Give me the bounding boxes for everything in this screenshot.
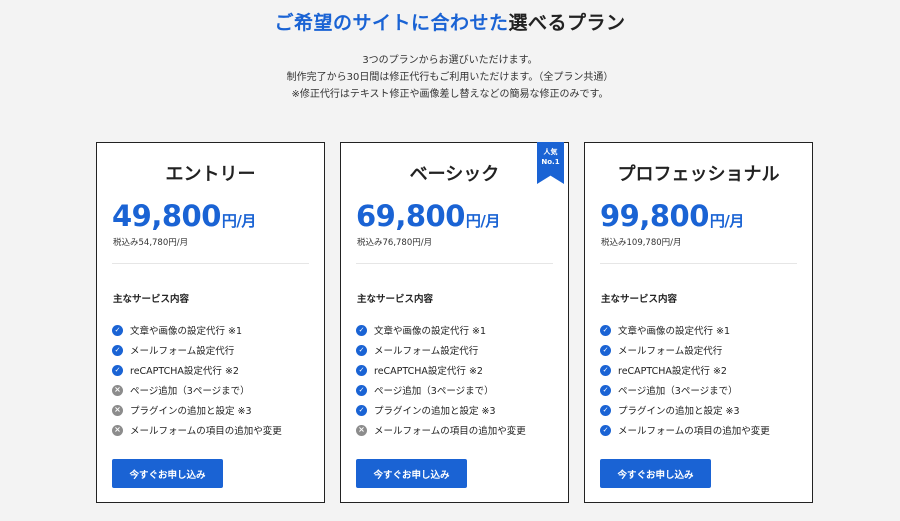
price-tax-included: 税込み109,780円/月 [601, 238, 682, 248]
service-label: メールフォームの項目の追加や変更 [130, 426, 282, 437]
price-amount: 99,800 [600, 199, 709, 233]
apply-now-button[interactable]: 今すぐお申し込み [112, 459, 223, 488]
plan-cards: エントリー 49,800円/月 税込み54,780円/月 主なサービス内容 ✓ 文… [96, 142, 813, 503]
plan-card-basic: 人気 No.1 ベーシック 69,800円/月 税込み76,780円/月 主なサ… [340, 142, 569, 503]
service-item: ✓ プラグインの追加と設定 ※3 [356, 400, 526, 420]
service-label: メールフォーム設定代行 [374, 346, 479, 357]
service-item: ✓ reCAPTCHA設定代行 ※2 [356, 360, 526, 380]
check-circle-icon: ✓ [600, 344, 611, 356]
service-label: 文章や画像の設定代行 ※1 [374, 326, 487, 337]
service-item: ✓ 文章や画像の設定代行 ※1 [112, 320, 282, 340]
service-label: reCAPTCHA設定代行 ※2 [374, 366, 483, 377]
plan-name: プロフェッショナル [617, 164, 780, 185]
check-circle-icon: ✓ [112, 324, 123, 336]
check-circle-icon: ✓ [356, 384, 367, 396]
plan-price: 49,800円/月 [112, 199, 256, 233]
service-list: ✓ 文章や画像の設定代行 ※1 ✓ メールフォーム設定代行 ✓ reCAPTCHA設定… [600, 320, 770, 440]
service-item: ✓ ページ追加（3ページまで） [600, 380, 770, 400]
service-label: 文章や画像の設定代行 ※1 [130, 326, 243, 337]
divider [112, 263, 309, 264]
divider [600, 263, 797, 264]
intro-line: 制作完了から30日間は修正代行もご利用いただけます。（全プラン共通） [286, 72, 614, 83]
service-item: ✓ reCAPTCHA設定代行 ※2 [112, 360, 282, 380]
check-circle-icon: ✓ [600, 404, 611, 416]
check-circle-icon: ✓ [356, 364, 367, 376]
check-circle-icon: ✓ [112, 364, 123, 376]
ribbon-line: 人気 [543, 148, 558, 156]
apply-now-button[interactable]: 今すぐお申し込み [356, 459, 467, 488]
plan-price: 99,800円/月 [600, 199, 744, 233]
price-amount: 49,800 [112, 199, 221, 233]
check-circle-icon: ✓ [600, 384, 611, 396]
intro-text: 3つのプランからお選びいただけます。 制作完了から30日間は修正代行もご利用いた… [0, 52, 900, 103]
service-item: ✓ 文章や画像の設定代行 ※1 [600, 320, 770, 340]
service-item: ✓ プラグインの追加と設定 ※3 [600, 400, 770, 420]
service-label: reCAPTCHA設定代行 ※2 [130, 366, 239, 377]
service-item: ✓ メールフォーム設定代行 [600, 340, 770, 360]
service-item: × ページ追加（3ページまで） [112, 380, 282, 400]
check-circle-icon: ✓ [112, 344, 123, 356]
service-item: ✓ メールフォームの項目の追加や変更 [600, 420, 770, 440]
check-circle-icon: ✓ [356, 324, 367, 336]
check-circle-icon: ✓ [356, 344, 367, 356]
service-label: ページ追加（3ページまで） [130, 386, 250, 397]
intro-line: 3つのプランからお選びいただけます。 [362, 55, 538, 66]
service-item: ✓ メールフォーム設定代行 [356, 340, 526, 360]
service-item: ✓ メールフォーム設定代行 [112, 340, 282, 360]
plan-name: ベーシック [409, 164, 500, 185]
check-circle-icon: ✓ [600, 424, 611, 436]
price-tax-included: 税込み54,780円/月 [113, 238, 189, 248]
check-circle-icon: ✓ [600, 364, 611, 376]
price-unit: 円/月 [709, 212, 744, 230]
intro-line: ※修正代行はテキスト修正や画像差し替えなどの簡易な修正のみです。 [291, 89, 609, 100]
service-label: メールフォーム設定代行 [618, 346, 723, 357]
x-circle-icon: × [112, 424, 123, 436]
divider [356, 263, 553, 264]
service-label: メールフォーム設定代行 [130, 346, 235, 357]
headline-rest: 選べるプラン [508, 12, 626, 34]
service-item: × プラグインの追加と設定 ※3 [112, 400, 282, 420]
check-circle-icon: ✓ [356, 404, 367, 416]
service-item: ✓ reCAPTCHA設定代行 ※2 [600, 360, 770, 380]
x-circle-icon: × [112, 404, 123, 416]
service-list: ✓ 文章や画像の設定代行 ※1 ✓ メールフォーム設定代行 ✓ reCAPTCHA設定… [112, 320, 282, 440]
x-circle-icon: × [112, 384, 123, 396]
service-item: ✓ 文章や画像の設定代行 ※1 [356, 320, 526, 340]
services-heading: 主なサービス内容 [357, 294, 434, 305]
services-heading: 主なサービス内容 [601, 294, 678, 305]
plan-price: 69,800円/月 [356, 199, 500, 233]
service-label: プラグインの追加と設定 ※3 [130, 406, 252, 417]
plan-name: エントリー [165, 164, 256, 185]
services-heading: 主なサービス内容 [113, 294, 190, 305]
service-label: プラグインの追加と設定 ※3 [618, 406, 740, 417]
headline-highlight: ご希望のサイトに合わせた [274, 12, 509, 34]
service-item: ✓ ページ追加（3ページまで） [356, 380, 526, 400]
price-amount: 69,800 [356, 199, 465, 233]
service-label: ページ追加（3ページまで） [618, 386, 738, 397]
apply-now-button[interactable]: 今すぐお申し込み [600, 459, 711, 488]
service-label: ページ追加（3ページまで） [374, 386, 494, 397]
service-label: プラグインの追加と設定 ※3 [374, 406, 496, 417]
price-tax-included: 税込み76,780円/月 [357, 238, 433, 248]
page-headline: ご希望のサイトに合わせた選べるプラン [0, 8, 900, 35]
service-list: ✓ 文章や画像の設定代行 ※1 ✓ メールフォーム設定代行 ✓ reCAPTCHA設定… [356, 320, 526, 440]
service-label: メールフォームの項目の追加や変更 [374, 426, 526, 437]
service-label: 文章や画像の設定代行 ※1 [618, 326, 731, 337]
service-item: × メールフォームの項目の追加や変更 [356, 420, 526, 440]
price-unit: 円/月 [465, 212, 500, 230]
price-unit: 円/月 [221, 212, 256, 230]
plan-card-professional: プロフェッショナル 99,800円/月 税込み109,780円/月 主なサービス… [584, 142, 813, 503]
service-label: reCAPTCHA設定代行 ※2 [618, 366, 727, 377]
x-circle-icon: × [356, 424, 367, 436]
check-circle-icon: ✓ [600, 324, 611, 336]
plan-card-entry: エントリー 49,800円/月 税込み54,780円/月 主なサービス内容 ✓ 文… [96, 142, 325, 503]
service-label: メールフォームの項目の追加や変更 [618, 426, 770, 437]
service-item: × メールフォームの項目の追加や変更 [112, 420, 282, 440]
